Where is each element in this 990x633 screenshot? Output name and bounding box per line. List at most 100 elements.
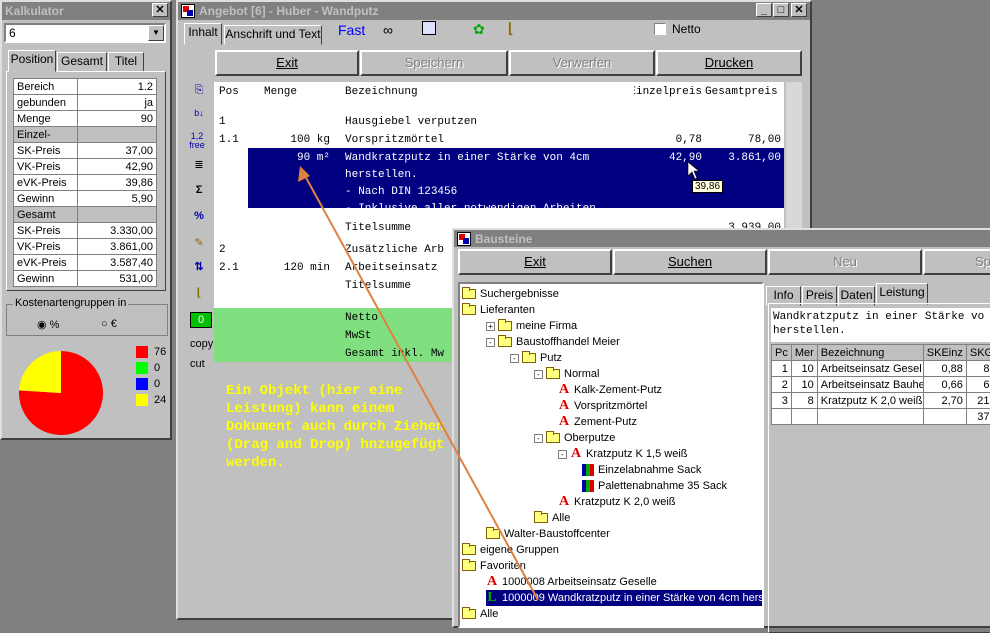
grid-cell: 0,66 bbox=[923, 377, 966, 393]
tree-item[interactable]: -Putz bbox=[510, 350, 562, 366]
angebot-titlebar[interactable]: Angebot [6] - Huber - Wandputz _ □ ✕ bbox=[178, 2, 810, 20]
tree-item[interactable]: eigene Gruppen bbox=[462, 542, 559, 558]
tree-item[interactable]: -AKratzputz K 1,5 weiß bbox=[558, 446, 688, 462]
tree-item[interactable]: Lieferanten bbox=[462, 302, 535, 318]
neu-button[interactable]: Neu bbox=[768, 249, 922, 275]
percent-icon[interactable]: % bbox=[190, 210, 208, 224]
tab-anschrift[interactable]: Anschrift und Text bbox=[224, 25, 322, 45]
total-label: Gesamt inkl. Mw bbox=[345, 348, 444, 360]
grid-cell: 10 bbox=[791, 377, 817, 393]
tab-inhalt[interactable]: Inhalt bbox=[184, 23, 222, 45]
collapse-icon[interactable]: - bbox=[534, 370, 543, 379]
bausteine-tree[interactable]: SuchergebnisseLieferanten+meine Firma-Ba… bbox=[458, 282, 764, 628]
doc-cell-menge: 120 min bbox=[264, 262, 330, 274]
collapse-icon[interactable]: - bbox=[486, 338, 495, 347]
drucken-button[interactable]: Drucken bbox=[656, 50, 802, 76]
tab-titel[interactable]: Titel bbox=[108, 52, 144, 72]
calc-row: Menge90 bbox=[14, 111, 157, 127]
verwerfen-button[interactable]: Verwerfen bbox=[509, 50, 655, 76]
legend-swatch bbox=[136, 362, 148, 374]
move-updown-icon[interactable]: ⇅ bbox=[190, 260, 208, 274]
position-select[interactable]: 6 ▼ bbox=[4, 23, 166, 43]
sp-button[interactable]: Sp bbox=[923, 249, 990, 275]
counter-badge: 0 bbox=[190, 312, 212, 328]
tree-item[interactable]: AKalk-Zement-Putz bbox=[558, 382, 662, 398]
ruler-icon[interactable]: ⌊ bbox=[508, 20, 513, 37]
tree-item[interactable]: Favoriten bbox=[462, 558, 526, 574]
tools-icon[interactable]: ✿ bbox=[473, 21, 485, 38]
tree-item[interactable]: Walter-Baustoffcenter bbox=[486, 526, 610, 542]
tree-item[interactable]: -Normal bbox=[534, 366, 599, 382]
suchen-button[interactable]: Suchen bbox=[613, 249, 767, 275]
legend-item: 24 bbox=[136, 392, 172, 408]
table-row[interactable]: 38Kratzputz K 2,0 weiß2,7021,60 bbox=[772, 393, 990, 409]
ruler-icon[interactable]: ⌊ bbox=[190, 286, 208, 300]
app-icon bbox=[181, 4, 195, 18]
grid-cell: Arbeitseinsatz Gesel bbox=[817, 361, 923, 377]
grid-cell bbox=[772, 409, 792, 425]
minimize-button[interactable]: _ bbox=[756, 3, 772, 17]
align-icon[interactable]: ≣ bbox=[190, 158, 208, 172]
tree-item[interactable]: Einzelabnahme Sack bbox=[582, 462, 701, 478]
tree-item[interactable]: L1000009 Wandkratzputz in einer Stärke v… bbox=[486, 590, 764, 606]
edit-icon[interactable]: ✎ bbox=[190, 236, 208, 250]
drucken-label: Drucken bbox=[705, 55, 753, 70]
tree-item-label: Lieferanten bbox=[480, 302, 535, 318]
chevron-down-icon[interactable]: ▼ bbox=[148, 25, 164, 41]
table-row[interactable]: 210Arbeitseinsatz Bauhe0,666,60 bbox=[772, 377, 990, 393]
tree-item[interactable]: Alle bbox=[462, 606, 498, 622]
cut-button[interactable]: cut bbox=[190, 358, 205, 370]
collapse-icon[interactable]: - bbox=[510, 354, 519, 363]
tree-item[interactable]: Alle bbox=[534, 510, 570, 526]
bausteine-titlebar[interactable]: Bausteine bbox=[454, 230, 990, 247]
calc-label: Bereich bbox=[14, 79, 78, 95]
tree-item[interactable]: AKratzputz K 2,0 weiß bbox=[558, 494, 676, 510]
doc-cell-ep: 42,90 bbox=[634, 152, 702, 164]
tab-label: Info bbox=[773, 288, 793, 302]
tree-item-label: Oberputze bbox=[564, 430, 615, 446]
sum-icon[interactable]: Σ bbox=[190, 184, 208, 198]
radio-percent[interactable]: ◉ % bbox=[37, 318, 59, 331]
calc-label: Gewinn bbox=[14, 271, 78, 287]
close-button[interactable]: ✕ bbox=[791, 3, 807, 17]
kalkulator-titlebar[interactable]: Kalkulator ✕ bbox=[2, 2, 170, 20]
tree-item[interactable]: -Baustoffhandel Meier bbox=[486, 334, 620, 350]
calc-value: 5,90 bbox=[78, 191, 157, 207]
netto-checkbox[interactable] bbox=[654, 23, 666, 35]
exit-button[interactable]: Exit bbox=[215, 50, 359, 76]
tree-item[interactable]: Palettenabnahme 35 Sack bbox=[582, 478, 727, 494]
folder-icon bbox=[498, 321, 512, 331]
copy-doc-icon[interactable]: ⎘ bbox=[190, 84, 208, 98]
fast-link[interactable]: Fast bbox=[338, 22, 365, 38]
expand-icon[interactable]: + bbox=[486, 322, 495, 331]
table-row[interactable]: 37,00 bbox=[772, 409, 990, 425]
calc-value: 37,00 bbox=[78, 143, 157, 159]
tab-position[interactable]: Position bbox=[8, 50, 56, 72]
tree-item[interactable]: AZement-Putz bbox=[558, 414, 637, 430]
tree-item[interactable]: - Oberputze bbox=[534, 430, 615, 446]
sort-icon[interactable]: b↓ bbox=[190, 108, 208, 122]
exit-button[interactable]: Exit bbox=[458, 249, 612, 275]
tree-item[interactable]: +meine Firma bbox=[486, 318, 577, 334]
collapse-icon[interactable]: - bbox=[534, 434, 543, 443]
calc-label: eVK-Preis bbox=[14, 175, 78, 191]
tree-item[interactable]: Suchergebnisse bbox=[462, 286, 559, 302]
tab-gesamt[interactable]: Gesamt bbox=[57, 52, 107, 72]
close-button[interactable]: ✕ bbox=[152, 3, 168, 17]
folder-icon bbox=[534, 513, 548, 523]
kostenarten-group: Kostenartengruppen in ◉ % ○ € bbox=[6, 304, 168, 336]
speichern-button[interactable]: Speichern bbox=[360, 50, 508, 76]
tab-leistung[interactable]: Leistung bbox=[876, 283, 928, 305]
calculator-icon[interactable] bbox=[422, 21, 436, 35]
tree-item[interactable]: AVorspritzmörtel bbox=[558, 398, 647, 414]
table-row[interactable]: 110Arbeitseinsatz Gesel0,888,80 bbox=[772, 361, 990, 377]
copy-button[interactable]: copy bbox=[190, 338, 213, 350]
tree-item[interactable]: A1000008 Arbeitseinsatz Geselle bbox=[486, 574, 657, 590]
maximize-button[interactable]: □ bbox=[773, 3, 789, 17]
doc-cell-bez: Vorspritzmörtel bbox=[345, 134, 444, 146]
free-numbering-icon[interactable]: 1,2free bbox=[188, 132, 206, 146]
link-icon[interactable]: ∞ bbox=[383, 22, 393, 38]
radio-euro[interactable]: ○ € bbox=[101, 318, 117, 330]
collapse-icon[interactable]: - bbox=[558, 450, 567, 459]
tree-item-label: Kalk-Zement-Putz bbox=[574, 382, 662, 398]
